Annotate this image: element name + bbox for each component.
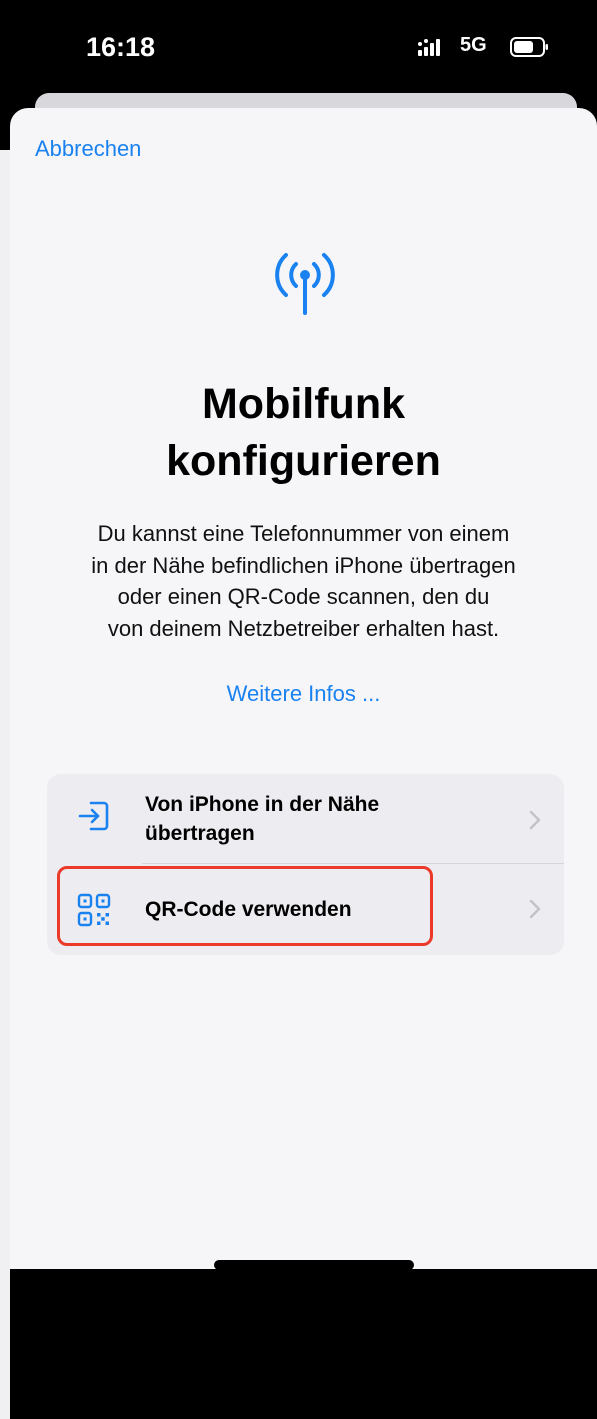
use-qr-code-option[interactable]: QR-Code verwenden [47,864,564,955]
title-line: Mobilfunk [201,380,405,428]
description-line: in der Nähe befindlichen iPhone übertrag… [91,552,516,578]
page-title: Mobilfunk konfigurieren [10,376,597,490]
chevron-right-icon [529,899,541,919]
title-line: konfigurieren [166,437,441,485]
option-label-line: übertragen [145,822,255,845]
options-list: Von iPhone in der Nähe übertragen QR-Cod… [47,774,564,955]
setup-sheet: Abbrechen Mobilfunk konfigurieren Du kan… [10,108,597,1269]
battery-icon [510,37,548,57]
description-line: oder einen QR-Code scannen, den du [117,584,490,609]
cancel-button[interactable]: Abbrechen [35,136,141,162]
transfer-from-iphone-option[interactable]: Von iPhone in der Nähe übertragen [47,774,564,863]
cellular-signal-icon [418,39,440,56]
qr-code-icon [77,893,111,927]
network-type: 5G [460,34,487,56]
status-time: 16:18 [86,32,156,62]
home-indicator[interactable] [214,1260,414,1269]
option-label: QR-Code verwenden [145,898,352,921]
description-line: von deinem Netzbetreiber erhalten hast. [107,615,500,641]
chevron-right-icon [529,810,541,830]
status-bar: 16:18 5G [0,0,597,100]
option-label-line: Von iPhone in der Nähe [145,793,380,816]
antenna-radiowaves-icon [275,253,335,315]
more-info-link[interactable]: Weitere Infos ... [10,681,597,707]
description-line: Du kannst eine Telefonnummer von einem [97,521,510,546]
description-text: Du kannst eine Telefonnummer von einem i… [40,518,567,644]
background-edge [0,150,10,1419]
transfer-into-icon [78,801,109,831]
option-label: Von iPhone in der Nähe übertragen [145,790,475,848]
